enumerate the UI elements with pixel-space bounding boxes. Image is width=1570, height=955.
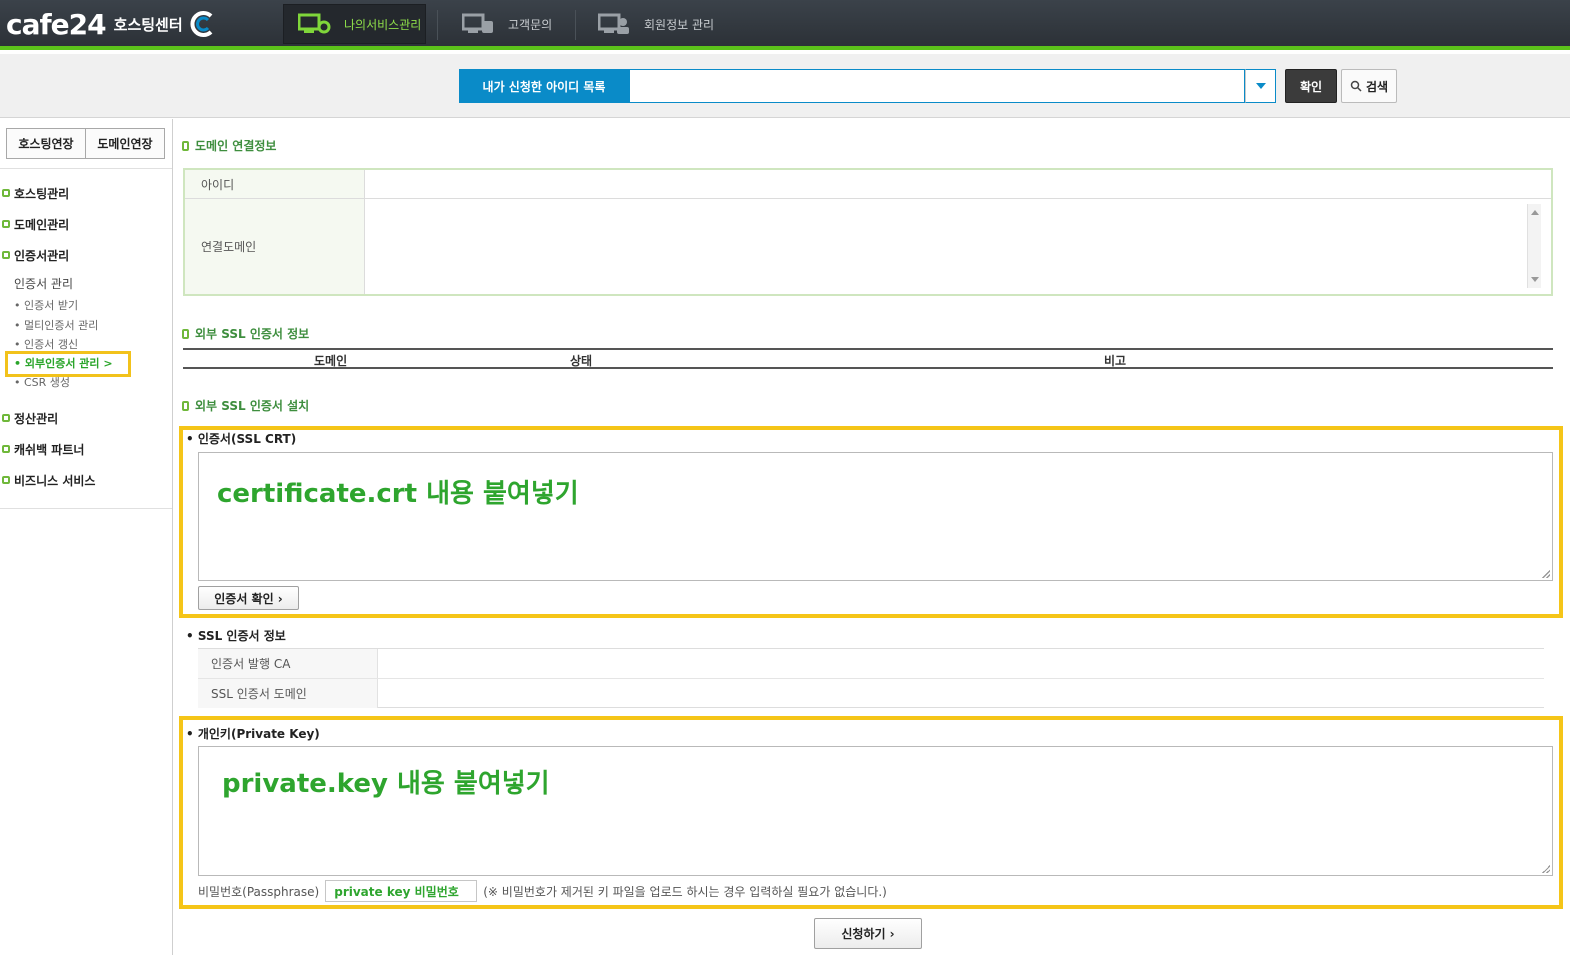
search-button-label: 검색 bbox=[1365, 79, 1389, 94]
section-title-text: 외부 SSL 인증서 설치 bbox=[195, 399, 310, 413]
submit-button[interactable]: 신청하기 › bbox=[814, 918, 922, 949]
top-navigation-bar: cafe24 호스팅센터 나의서비스관리 고객문의 회원정보 관리 bbox=[0, 0, 1570, 50]
bullet-icon bbox=[2, 251, 10, 259]
sidebar-item-hosting[interactable]: 호스팅관리 bbox=[2, 185, 69, 201]
brand-name: cafe24 bbox=[6, 7, 107, 41]
cert-verify-button[interactable]: 인증서 확인 › bbox=[198, 586, 299, 610]
col-note: 비고 bbox=[1104, 354, 1127, 368]
passphrase-label: 비밀번호(Passphrase) bbox=[198, 884, 320, 899]
nav-my-service[interactable]: 나의서비스관리 bbox=[283, 4, 426, 44]
section-title-text: 도메인 연결정보 bbox=[195, 139, 277, 153]
customer-inquiry-icon bbox=[462, 13, 493, 33]
passphrase-row: 비밀번호(Passphrase) private key 비밀번호 (※ 비밀번… bbox=[198, 879, 887, 903]
section-icon bbox=[182, 328, 189, 339]
resize-handle-icon[interactable] bbox=[1542, 570, 1550, 578]
service-manage-icon bbox=[298, 13, 331, 34]
section-title-text: 외부 SSL 인증서 정보 bbox=[195, 327, 310, 341]
sidebar-sub-cert-receive[interactable]: • 인증서 받기 bbox=[14, 297, 78, 313]
ssl-domain-label: SSL 인증서 도메인 bbox=[198, 679, 378, 708]
sidebar-sub-multi-cert[interactable]: • 멀티인증서 관리 bbox=[14, 317, 98, 333]
chevron-down-icon bbox=[1255, 83, 1266, 89]
sidebar-item-label: 비즈니스 서비스 bbox=[14, 473, 96, 488]
ssl-info-table: 인증서 발행 CA SSL 인증서 도메인 bbox=[198, 648, 1544, 708]
resize-handle-icon[interactable] bbox=[1542, 865, 1550, 873]
passphrase-input[interactable]: private key 비밀번호 bbox=[325, 880, 478, 902]
section-title-ssl-info: 외부 SSL 인증서 정보 bbox=[182, 325, 309, 342]
crt-label: • 인증서(SSL CRT) bbox=[186, 432, 297, 446]
nav-label: 나의서비스관리 bbox=[344, 17, 422, 32]
sidebar-item-business[interactable]: 비즈니스 서비스 bbox=[2, 472, 95, 488]
sidebar-item-label: 도메인관리 bbox=[14, 217, 70, 232]
col-status: 상태 bbox=[570, 354, 593, 368]
sidebar-sub-csr-create[interactable]: • CSR 생성 bbox=[14, 374, 70, 390]
nav-label: 회원정보 관리 bbox=[644, 17, 715, 32]
search-icon bbox=[1350, 80, 1362, 92]
bullet-icon bbox=[2, 220, 10, 228]
bullet-icon bbox=[2, 476, 10, 484]
key-textarea[interactable]: private.key 내용 붙여넣기 bbox=[198, 746, 1553, 876]
logo[interactable]: cafe24 호스팅센터 bbox=[6, 6, 217, 42]
search-button[interactable]: 검색 bbox=[1341, 69, 1397, 103]
cert-submenu-title: 인증서 관리 bbox=[14, 277, 74, 291]
ca-label: 인증서 발행 CA bbox=[198, 649, 378, 678]
bullet-icon bbox=[2, 414, 10, 422]
brand-c-icon bbox=[190, 11, 213, 37]
id-list-label: 내가 신청한 아이디 목록 bbox=[459, 69, 629, 103]
nav-customer-inquiry[interactable]: 고객문의 bbox=[462, 4, 572, 44]
id-dropdown-toggle[interactable] bbox=[1245, 69, 1276, 103]
key-label: • 개인키(Private Key) bbox=[186, 727, 320, 741]
section-title-ssl-install: 외부 SSL 인증서 설치 bbox=[182, 397, 309, 414]
crt-textarea[interactable]: certificate.crt 내용 붙여넣기 bbox=[198, 452, 1553, 581]
passphrase-note: (※ 비밀번호가 제거된 키 파일을 업로드 하시는 경우 입력하실 필요가 없… bbox=[483, 884, 887, 899]
sidebar-item-label: 정산관리 bbox=[14, 411, 59, 426]
sidebar-item-cashback[interactable]: 캐쉬백 파트너 bbox=[2, 441, 84, 457]
bullet-icon bbox=[2, 189, 10, 197]
nav-label: 고객문의 bbox=[508, 17, 553, 32]
conn-domain-label: 연결도메인 bbox=[185, 199, 365, 294]
sidebar: 호스팅연장 도메인연장 호스팅관리 도메인관리 인증서관리 인증서 관리 • 인… bbox=[0, 119, 173, 955]
main-content: 도메인 연결정보 아이디 연결도메인 외부 SSL 인증서 정보 도메인 상태 … bbox=[174, 119, 1570, 955]
section-icon bbox=[182, 400, 189, 411]
passphrase-hint: private key 비밀번호 bbox=[334, 884, 459, 899]
scroll-down-icon[interactable] bbox=[1531, 277, 1539, 282]
crt-paste-hint: certificate.crt 내용 붙여넣기 bbox=[217, 479, 579, 509]
section-title-conn: 도메인 연결정보 bbox=[182, 137, 276, 154]
member-info-icon bbox=[598, 13, 629, 34]
brand-sub: 호스팅센터 bbox=[113, 15, 183, 34]
section-icon bbox=[182, 140, 189, 151]
confirm-button[interactable]: 확인 bbox=[1285, 69, 1337, 103]
scroll-up-icon[interactable] bbox=[1531, 210, 1539, 215]
sidebar-item-label: 호스팅관리 bbox=[14, 186, 70, 201]
sidebar-item-billing[interactable]: 정산관리 bbox=[2, 410, 58, 426]
bullet-icon bbox=[2, 445, 10, 453]
id-search-bar: 내가 신청한 아이디 목록 확인 검색 bbox=[0, 54, 1570, 118]
id-select-input[interactable] bbox=[629, 69, 1245, 103]
domain-extend-button[interactable]: 도메인연장 bbox=[85, 128, 165, 159]
sidebar-sub-cert-renew[interactable]: • 인증서 갱신 bbox=[14, 336, 78, 352]
conn-id-label: 아이디 bbox=[185, 170, 365, 198]
sidebar-item-domain[interactable]: 도메인관리 bbox=[2, 216, 69, 232]
hosting-extend-button[interactable]: 호스팅연장 bbox=[6, 128, 86, 159]
nav-member-info[interactable]: 회원정보 관리 bbox=[598, 4, 728, 44]
key-paste-hint: private.key 내용 붙여넣기 bbox=[222, 769, 550, 799]
sidebar-item-label: 캐쉬백 파트너 bbox=[14, 442, 85, 457]
conn-info-table: 아이디 연결도메인 bbox=[183, 168, 1553, 296]
col-domain: 도메인 bbox=[314, 354, 348, 368]
sidebar-item-label: 인증서관리 bbox=[14, 248, 70, 263]
domain-list-scrollbar[interactable] bbox=[1527, 204, 1541, 288]
ssl-info-label: • SSL 인증서 정보 bbox=[186, 629, 286, 643]
ssl-list-header: 도메인 상태 비고 bbox=[183, 348, 1553, 369]
sidebar-item-certificate[interactable]: 인증서관리 bbox=[2, 247, 69, 263]
